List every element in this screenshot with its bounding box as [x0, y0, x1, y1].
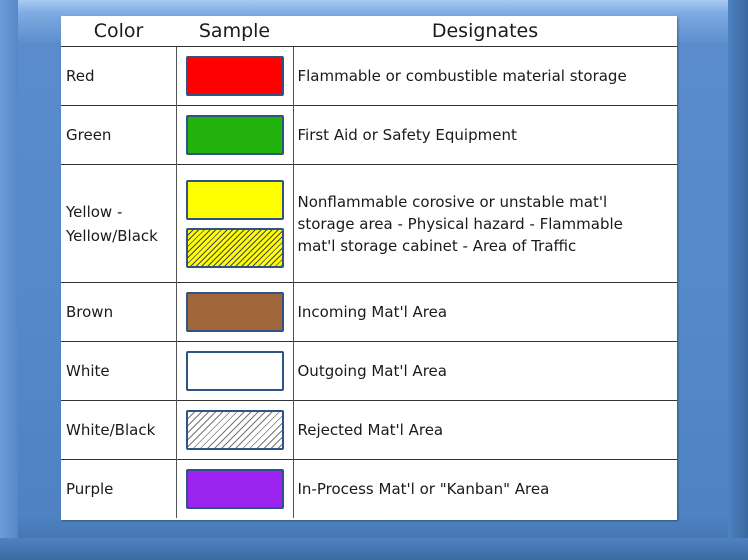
- sample-cell: [176, 459, 294, 518]
- color-name: Purple: [61, 459, 177, 518]
- designation: Outgoing Mat'l Area: [293, 341, 677, 401]
- header-sample: Sample: [176, 16, 293, 47]
- color-name: Green: [61, 105, 177, 165]
- frame-bevel-left: [0, 0, 18, 560]
- designation: Incoming Mat'l Area: [293, 282, 677, 342]
- color-swatch-hatched: [185, 410, 284, 450]
- color-name: Brown: [61, 282, 177, 342]
- color-swatch: [185, 115, 284, 155]
- designation: Nonflammable corosive or unstable mat'l …: [293, 164, 677, 283]
- table-row-green: Green First Aid or Safety Equipment: [61, 105, 677, 165]
- header-row: Color Sample Designates: [61, 16, 677, 47]
- color-swatch-hatched: [185, 227, 284, 268]
- sample-cell: [176, 105, 294, 165]
- table-row-white-black: White/Black Rejected Mat'l Area: [61, 400, 677, 460]
- table-row-yellow: Yellow - Yellow/Black Nonflammable coros…: [61, 164, 677, 283]
- table-row-white: White Outgoing Mat'l Area: [61, 341, 677, 401]
- color-code-table: Color Sample Designates Red Flammable or…: [61, 16, 677, 520]
- color-swatch: [185, 351, 284, 391]
- designation: Flammable or combustible material storag…: [293, 46, 677, 106]
- color-swatch: [185, 179, 284, 220]
- sample-cell: [176, 282, 294, 342]
- frame-bevel-bottom: [0, 538, 748, 560]
- header-designates: Designates: [293, 16, 677, 47]
- color-swatch: [185, 56, 284, 96]
- sample-cell: [176, 164, 294, 283]
- sample-cell: [176, 46, 294, 106]
- color-swatch: [185, 292, 284, 332]
- color-name: White: [61, 341, 177, 401]
- header-color: Color: [61, 16, 176, 47]
- designation: Rejected Mat'l Area: [293, 400, 677, 460]
- color-name: Yellow - Yellow/Black: [61, 164, 177, 283]
- color-name: White/Black: [61, 400, 177, 460]
- color-legend-table: Color Sample Designates Red Flammable or…: [61, 16, 677, 518]
- sample-cell: [176, 400, 294, 460]
- frame-bevel-top: [0, 0, 748, 14]
- table-row-red: Red Flammable or combustible material st…: [61, 46, 677, 106]
- color-swatch: [185, 469, 284, 509]
- table-row-brown: Brown Incoming Mat'l Area: [61, 282, 677, 342]
- designation: In-Process Mat'l or "Kanban" Area: [293, 459, 677, 518]
- designation: First Aid or Safety Equipment: [293, 105, 677, 165]
- frame-bevel-right: [728, 0, 748, 560]
- sample-cell: [176, 341, 294, 401]
- table-row-purple: Purple In-Process Mat'l or "Kanban" Area: [61, 459, 677, 518]
- color-name: Red: [61, 46, 177, 106]
